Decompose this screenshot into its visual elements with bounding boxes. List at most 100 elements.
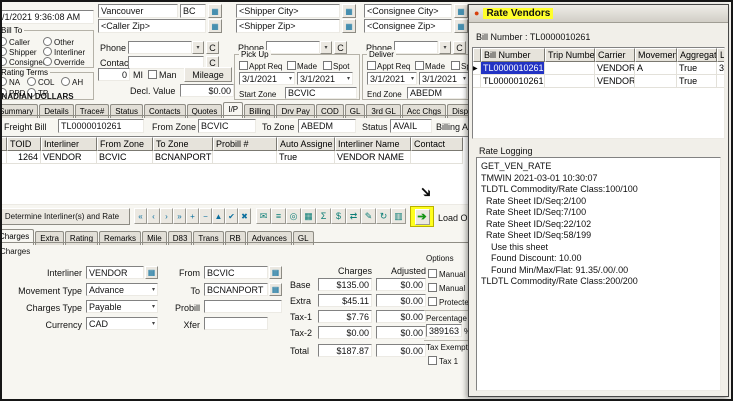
consignee-phone-field[interactable] [394, 41, 438, 54]
to-lookup-button[interactable]: ▦ [269, 283, 282, 296]
bill-to-radio-override[interactable] [43, 57, 52, 66]
mileage-button[interactable]: Mileage [184, 67, 232, 82]
interliner-field[interactable]: VENDOR [86, 266, 144, 279]
freight-bill-number-field[interactable]: TL0000010261 [58, 119, 144, 133]
shipper-city-field[interactable]: <Shipper City> [236, 4, 340, 18]
bill-to-radio-shipper[interactable] [0, 47, 7, 56]
nav-insert-button[interactable]: + [186, 208, 199, 224]
decl-value-field[interactable]: $0.00 [180, 84, 234, 97]
currency-dropdown[interactable]: CAD▾ [86, 317, 158, 330]
col-probill[interactable]: Probill # [213, 137, 277, 151]
rates-button[interactable]: $ [331, 208, 346, 224]
nav-prior-button[interactable]: ‹ [147, 208, 160, 224]
consignee-phone-type-dropdown[interactable]: ▾ [439, 41, 451, 54]
caller-phone-type-dropdown[interactable]: ▾ [192, 41, 204, 54]
extra-adjusted-field[interactable]: $0.00 [376, 294, 426, 307]
summary-button[interactable]: Σ [316, 208, 331, 224]
nav-post-button[interactable]: ✔ [225, 208, 238, 224]
col-trip-number[interactable]: Trip Number [545, 48, 595, 62]
col-from-zone[interactable]: From Zone [97, 137, 153, 151]
deliver-date2-field[interactable]: 3/1/2021▾ [419, 72, 469, 85]
consignee-zip-lookup-button[interactable]: ▦ [454, 19, 468, 33]
deliver-date1-field[interactable]: 3/1/2021▾ [367, 72, 417, 85]
deliver-made-checkbox[interactable] [415, 61, 424, 70]
nav-delete-button[interactable]: − [199, 208, 212, 224]
nav-cancel-button[interactable]: ✖ [238, 208, 251, 224]
start-zone-field[interactable]: BCVIC [285, 87, 357, 99]
shipper-zip-field[interactable]: <Shipper Zip> [236, 19, 340, 33]
pickup-date1-field[interactable]: 3/1/2021▾ [239, 72, 295, 85]
tax2-adjusted-field[interactable]: $0.00 [376, 326, 426, 339]
shipper-city-lookup-button[interactable]: ▦ [342, 4, 356, 18]
edit-notes-button[interactable]: ✎ [361, 208, 376, 224]
tax1-exempt-checkbox[interactable] [428, 356, 437, 365]
pickup-made-checkbox[interactable] [287, 61, 296, 70]
caller-city-field[interactable]: Vancouver [98, 4, 178, 18]
rating-terms-radio-na[interactable] [0, 77, 7, 86]
base-charges-field[interactable]: $135.00 [318, 278, 372, 291]
caller-phone-field[interactable] [128, 41, 192, 54]
shipper-phone-c-button[interactable]: C [334, 41, 347, 54]
transfer-rate-button[interactable]: ➔ [415, 209, 430, 225]
columns-button[interactable]: ▥ [391, 208, 406, 224]
movement-type-dropdown[interactable]: Advance▾ [86, 283, 158, 296]
col-interliner[interactable]: Interliner [41, 137, 97, 151]
manual-extra-checkbox[interactable] [428, 283, 437, 292]
consignee-city-field[interactable]: <Consignee City> [364, 4, 452, 18]
charges-type-dropdown[interactable]: Payable▾ [86, 300, 158, 313]
col-contact[interactable]: Contact [411, 137, 463, 151]
extra-charges-field[interactable]: $45.11 [318, 294, 372, 307]
tax1-adjusted-field[interactable]: $0.00 [376, 310, 426, 323]
consignee-phone-c-button[interactable]: C [453, 41, 466, 54]
col-auto-assigne[interactable]: Auto Assigne [277, 137, 335, 151]
shipper-phone-field[interactable] [266, 41, 320, 54]
from-field[interactable]: BCVIC [204, 266, 268, 279]
caller-phone-c-button[interactable]: C [206, 41, 219, 54]
rate-vendors-titlebar[interactable]: ● Rate Vendors [469, 5, 728, 23]
caller-province-field[interactable]: BC [180, 4, 206, 18]
xfer-field[interactable] [204, 317, 268, 330]
col-carrier[interactable]: Carrier [595, 48, 635, 62]
nav-next-button[interactable]: › [160, 208, 173, 224]
rating-terms-radio-ah[interactable] [61, 77, 70, 86]
interliner-lookup-button[interactable]: ▦ [145, 266, 158, 279]
col-movement[interactable]: Movement [635, 48, 677, 62]
miles-field[interactable]: 0 [98, 68, 130, 81]
probill-field[interactable] [204, 300, 282, 313]
list-button[interactable]: ≡ [271, 208, 286, 224]
determine-interliner-rate-button[interactable]: Determine Interliner(s) and Rate [0, 208, 130, 225]
tax1-charges-field[interactable]: $7.76 [318, 310, 372, 323]
col-toid[interactable]: TOID [7, 137, 41, 151]
rate-vendors-row-1[interactable]: ▶ TL0000010261 VENDOR A True 3 [473, 62, 725, 75]
col-to-zone[interactable]: To Zone [153, 137, 213, 151]
manual-rating-checkbox[interactable] [428, 269, 437, 278]
exchange-button[interactable]: ⇄ [346, 208, 361, 224]
bill-to-radio-other[interactable] [43, 37, 52, 46]
col-interliner-name[interactable]: Interliner Name [335, 137, 411, 151]
nav-first-button[interactable]: « [134, 208, 147, 224]
col-aggregate[interactable]: Aggregate [677, 48, 717, 62]
caller-zip-field[interactable]: <Caller Zip> [98, 19, 206, 33]
to-field[interactable]: BCNANPORT [204, 283, 268, 296]
rating-terms-radio-col[interactable] [27, 77, 36, 86]
bill-datetime-field[interactable]: 1/1/2021 9:36:08 AM [0, 10, 94, 24]
interliner-grid-row[interactable]: 1264 VENDOR BCVIC BCNANPORT True VENDOR … [0, 151, 463, 164]
to-zone-field[interactable]: ABEDM [298, 119, 356, 133]
from-lookup-button[interactable]: ▦ [269, 266, 282, 279]
status-field[interactable]: AVAIL [390, 119, 432, 133]
deliver-appt-req-checkbox[interactable] [367, 61, 376, 70]
search-button[interactable]: ◎ [286, 208, 301, 224]
nav-edit-button[interactable]: ▲ [212, 208, 225, 224]
end-zone-field[interactable]: ABEDM [407, 87, 467, 99]
mail-button[interactable]: ✉ [256, 208, 271, 224]
caller-city-lookup-button[interactable]: ▦ [208, 4, 222, 18]
shipper-phone-type-dropdown[interactable]: ▾ [320, 41, 332, 54]
rate-vendors-row-2[interactable]: TL0000010261 VENDOR True [473, 75, 725, 88]
pickup-date2-field[interactable]: 3/1/2021▾ [297, 72, 353, 85]
refresh-button[interactable]: ↻ [376, 208, 391, 224]
shipper-zip-lookup-button[interactable]: ▦ [342, 19, 356, 33]
total-charges-field[interactable]: $187.87 [318, 344, 372, 357]
bill-to-radio-caller[interactable] [0, 37, 7, 46]
percentage-field[interactable]: 389163 [426, 324, 462, 337]
deliver-spot-checkbox[interactable] [451, 61, 460, 70]
